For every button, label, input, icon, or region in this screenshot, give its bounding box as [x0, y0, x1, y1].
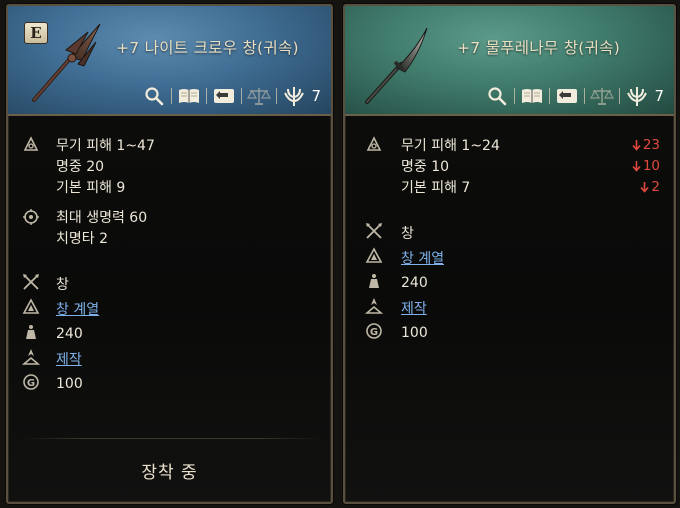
- scale-icon[interactable]: [246, 84, 272, 108]
- stat-diff-value: 10: [642, 157, 660, 174]
- stat-decrease: 23: [632, 137, 660, 153]
- gold-value: 100: [401, 324, 428, 341]
- info-row-gold: G 100: [345, 320, 674, 345]
- weapon-type-label: 창: [401, 225, 414, 242]
- return-icon[interactable]: [211, 84, 237, 108]
- weight-icon: [22, 321, 40, 342]
- stat-row: 치명타 2: [8, 227, 331, 248]
- craft-link[interactable]: 제작: [56, 349, 82, 369]
- stat-row: 최대 생명력 60: [8, 206, 331, 227]
- craft-link[interactable]: 제작: [401, 298, 427, 318]
- item-action-bar: 7: [141, 84, 321, 108]
- item-header: +7 물푸레나무 창(귀속) 7: [345, 6, 674, 116]
- info-row-gold: G 100: [8, 371, 331, 396]
- stat-row: 무기 피해 1~47: [8, 134, 331, 155]
- weight-icon: [365, 270, 383, 291]
- equipped-item-panel: E +7 나이트 크로우 창(귀속) 7 무기 피해 1~47 명중 20 기본…: [6, 4, 333, 504]
- series-icon: [22, 296, 40, 317]
- search-icon[interactable]: [484, 84, 510, 108]
- series-link[interactable]: 창 계열: [56, 299, 99, 319]
- upgrade-count: 7: [311, 87, 321, 105]
- item-title: +7 나이트 크로우 창(귀속): [116, 39, 299, 57]
- search-icon[interactable]: [141, 84, 167, 108]
- stat-label: 최대 생명력 60: [56, 209, 148, 226]
- divider: [22, 438, 321, 439]
- series-link[interactable]: 창 계열: [401, 248, 444, 268]
- spear-weapon-icon: [365, 27, 428, 104]
- gold-coin-icon: G: [22, 371, 40, 392]
- upgrade-count: 7: [654, 87, 664, 105]
- info-row-weight: 240: [8, 321, 331, 346]
- action-divider: [276, 88, 278, 104]
- action-divider: [584, 88, 586, 104]
- action-divider: [171, 88, 173, 104]
- weight-value: 240: [56, 325, 83, 342]
- stat-row: 명중 10 10: [345, 155, 674, 176]
- info-row-weapon-type: 창: [8, 271, 331, 296]
- action-divider: [241, 88, 243, 104]
- item-stats: 무기 피해 1~47 명중 20 기본 피해 9 최대 생명력 60 치명타 2…: [8, 134, 331, 396]
- info-row-series: 창 계열: [8, 296, 331, 321]
- stat-row: 명중 20: [8, 155, 331, 176]
- attack-stat-icon: [22, 134, 40, 155]
- action-divider: [549, 88, 551, 104]
- book-icon[interactable]: [519, 84, 545, 108]
- item-action-bar: 7: [484, 84, 664, 108]
- info-row-craft: 제작: [345, 295, 674, 320]
- stat-label: 무기 피해 1~47: [56, 137, 155, 154]
- stat-label: 무기 피해 1~24: [401, 137, 500, 154]
- down-arrow-icon: [632, 160, 641, 172]
- craft-icon: [365, 295, 383, 316]
- action-divider: [206, 88, 208, 104]
- stat-diff-value: 23: [642, 136, 660, 153]
- action-divider: [619, 88, 621, 104]
- svg-text:G: G: [27, 378, 35, 389]
- gold-coin-icon: G: [365, 320, 383, 341]
- stat-label: 명중 10: [401, 158, 450, 175]
- stat-label: 기본 피해 7: [401, 179, 471, 196]
- stat-label: 명중 20: [56, 158, 105, 175]
- stat-row: 무기 피해 1~24 23: [345, 134, 674, 155]
- crossed-spears-icon: [22, 271, 40, 292]
- stat-decrease: 10: [632, 158, 660, 174]
- stat-label: 기본 피해 9: [56, 179, 126, 196]
- gold-value: 100: [56, 375, 83, 392]
- weapon-type-label: 창: [56, 276, 69, 293]
- stat-label: 치명타 2: [56, 230, 108, 247]
- return-icon[interactable]: [554, 84, 580, 108]
- down-arrow-icon: [640, 181, 650, 193]
- stat-row: 기본 피해 9: [8, 176, 331, 197]
- item-stats: 무기 피해 1~24 23 명중 10 10 기본 피해 7 2 창 창 계열 …: [345, 134, 674, 345]
- stat-row: 기본 피해 7 2: [345, 176, 674, 197]
- stat-diff-value: 2: [651, 178, 660, 195]
- weight-value: 240: [401, 274, 428, 291]
- equipped-badge: E: [24, 22, 48, 44]
- target-stat-icon: [22, 206, 40, 227]
- action-divider: [514, 88, 516, 104]
- craft-icon: [22, 346, 40, 367]
- book-icon[interactable]: [176, 84, 202, 108]
- trident-icon[interactable]: [624, 84, 650, 108]
- crossed-spears-icon: [365, 220, 383, 241]
- scale-icon[interactable]: [589, 84, 615, 108]
- attack-stat-icon: [365, 134, 383, 155]
- equipped-status: 장착 중: [141, 463, 198, 483]
- series-icon: [365, 245, 383, 266]
- trident-icon[interactable]: [281, 84, 307, 108]
- down-arrow-icon: [632, 139, 641, 151]
- item-title: +7 물푸레나무 창(귀속): [457, 39, 621, 57]
- info-row-weapon-type: 창: [345, 220, 674, 245]
- item-header: E +7 나이트 크로우 창(귀속) 7: [8, 6, 331, 116]
- svg-text:G: G: [370, 327, 378, 338]
- stat-decrease: 2: [640, 179, 660, 195]
- info-row-craft: 제작: [8, 346, 331, 371]
- info-row-weight: 240: [345, 270, 674, 295]
- info-row-series: 창 계열: [345, 245, 674, 270]
- compared-item-panel: +7 물푸레나무 창(귀속) 7 무기 피해 1~24 23 명중 10 10 …: [343, 4, 676, 504]
